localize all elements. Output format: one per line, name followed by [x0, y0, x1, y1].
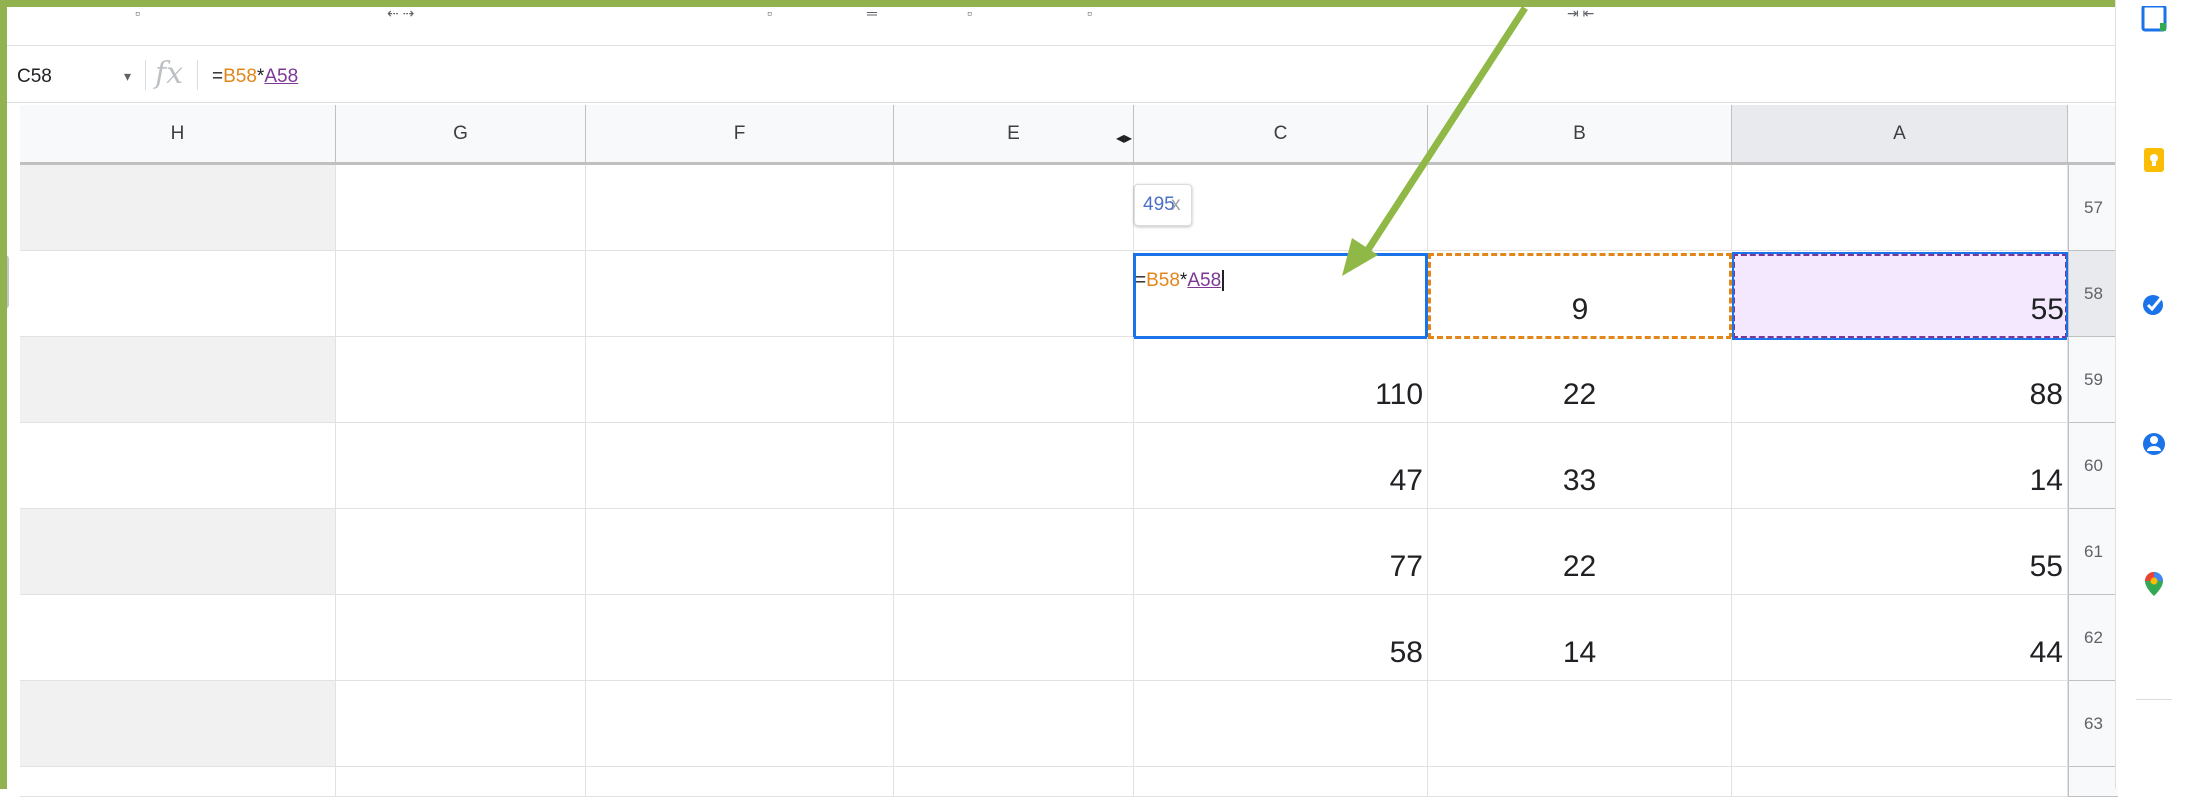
annotation-arrow-line: [1357, 6, 1528, 264]
tasks-icon[interactable]: [2140, 290, 2168, 318]
maps-icon[interactable]: [2140, 570, 2168, 598]
contacts-icon[interactable]: [2140, 430, 2168, 458]
calendar-icon[interactable]: [2140, 6, 2168, 34]
frame-border: [0, 0, 2115, 7]
frame-border: [0, 0, 7, 789]
divider: [2136, 699, 2172, 700]
keep-icon[interactable]: [2140, 146, 2168, 174]
side-panel: [2115, 0, 2192, 789]
annotation-arrow-icon: [1342, 6, 1528, 276]
